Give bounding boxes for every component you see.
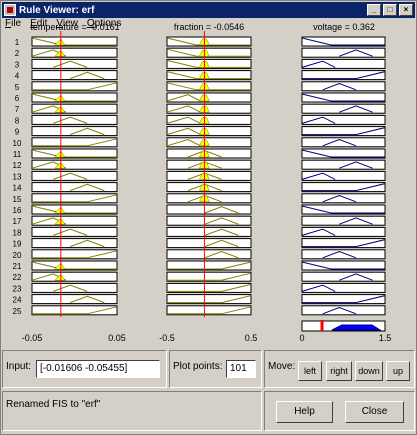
rule-number: 1 xyxy=(15,38,20,47)
rule-number: 11 xyxy=(13,150,22,159)
rule-viewer-window: Rule Viewer: erf _ □ × File Edit View Op… xyxy=(0,0,417,435)
status-text: Renamed FIS to "erf" xyxy=(6,399,101,410)
output-min-label: 0 xyxy=(299,333,304,343)
move-right-button[interactable]: right xyxy=(326,361,352,381)
output-mf-plot-box xyxy=(301,81,386,92)
close-button[interactable]: Close xyxy=(345,401,404,423)
move-down-button[interactable]: down xyxy=(355,361,383,381)
rule-number: 13 xyxy=(13,172,22,181)
output-mf-plot-box xyxy=(301,193,386,204)
rule-number: 18 xyxy=(13,228,22,237)
move-panel: Move: left right down up xyxy=(264,350,415,388)
input2-header: fraction = -0.0546 xyxy=(174,22,244,32)
rule-number: 16 xyxy=(13,206,22,215)
help-button[interactable]: Help xyxy=(276,401,333,423)
plot-points-label: Plot points: xyxy=(173,361,223,372)
rule-number: 10 xyxy=(13,139,22,148)
rule-number: 12 xyxy=(13,161,22,170)
rule-number: 4 xyxy=(15,72,20,81)
input-panel: Input: [-0.01606 -0.05455] xyxy=(2,350,167,388)
button-panel: Help Close xyxy=(264,391,415,431)
rule-number: 8 xyxy=(15,116,20,125)
plot-points-field[interactable]: 101 xyxy=(226,360,256,378)
rule-number: 6 xyxy=(15,94,20,103)
rule-plot-area: temperature = -0.0161 fraction = -0.0546 v… xyxy=(13,22,392,343)
input1-mf-plot-box xyxy=(31,114,118,125)
input1-min-label: -0.05 xyxy=(22,333,43,343)
output-mf-plot-box xyxy=(301,249,386,260)
rule-number: 5 xyxy=(15,83,20,92)
input1-mf-plot-box xyxy=(31,58,118,69)
input2-min-label: -0.5 xyxy=(159,333,175,343)
rule-number: 20 xyxy=(13,251,22,260)
output-mf-plot-box xyxy=(301,305,386,316)
plot-points-panel: Plot points: 101 xyxy=(169,350,262,388)
input1-mf-plot-box xyxy=(31,226,118,237)
input1-max-label: 0.05 xyxy=(108,333,126,343)
output-mf-plot-box xyxy=(301,137,386,148)
status-panel: Renamed FIS to "erf" xyxy=(2,391,262,431)
input2-max-label: 0.5 xyxy=(245,333,258,343)
input-label: Input: xyxy=(6,361,32,372)
move-up-button[interactable]: up xyxy=(386,361,410,381)
rule-number: 7 xyxy=(15,105,20,114)
move-label: Move: xyxy=(268,361,296,372)
rule-number: 21 xyxy=(13,262,22,271)
rule-number: 22 xyxy=(13,273,22,282)
input1-header: temperature = -0.0161 xyxy=(30,22,119,32)
input1-mf-plot-box xyxy=(31,282,118,293)
rule-number: 3 xyxy=(15,60,20,69)
rule-number: 15 xyxy=(13,195,22,204)
output-max-label: 1.5 xyxy=(379,333,392,343)
output-header: voltage = 0.362 xyxy=(313,22,375,32)
move-left-button[interactable]: left xyxy=(298,361,322,381)
rule-number: 17 xyxy=(13,217,22,226)
input-field[interactable]: [-0.01606 -0.05455] xyxy=(36,360,160,378)
input1-mf-plot-box xyxy=(31,170,118,181)
rule-number: 2 xyxy=(15,49,20,58)
rule-number: 9 xyxy=(15,128,20,137)
rule-number: 25 xyxy=(13,307,22,316)
rule-number: 19 xyxy=(13,240,22,249)
rule-number: 23 xyxy=(13,284,22,293)
rule-number: 14 xyxy=(13,184,22,193)
rule-number: 24 xyxy=(13,296,22,305)
